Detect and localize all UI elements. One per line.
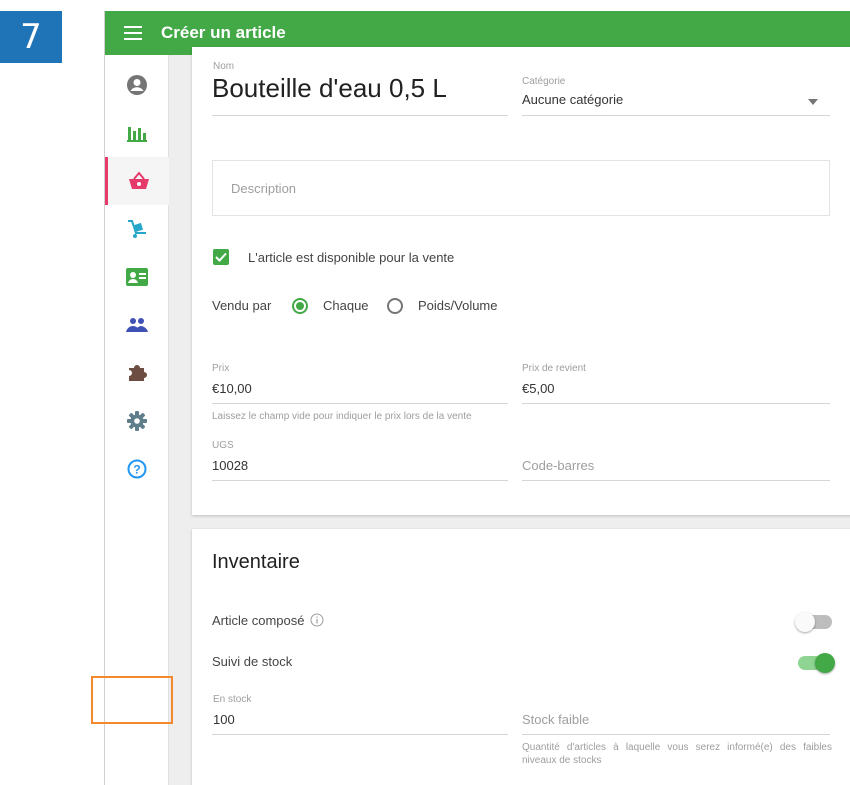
name-field[interactable]: Bouteille d'eau 0,5 L xyxy=(212,73,447,104)
help-icon: ? xyxy=(127,459,147,479)
track-stock-toggle[interactable] xyxy=(798,653,835,673)
track-stock-label: Suivi de stock xyxy=(212,654,293,669)
reports-icon xyxy=(127,127,147,142)
sidebar-item-integrations[interactable] xyxy=(105,349,169,397)
barcode-field[interactable]: Code-barres xyxy=(522,458,594,473)
info-icon[interactable] xyxy=(310,613,324,627)
barcode-underline xyxy=(522,480,830,481)
dropdown-arrow-icon[interactable] xyxy=(808,99,818,105)
price-hint: Laissez le champ vide pour indiquer le p… xyxy=(212,411,472,422)
sku-underline xyxy=(212,480,508,481)
sold-by-each-radio[interactable] xyxy=(292,298,308,314)
category-select[interactable]: Aucune catégorie xyxy=(522,92,623,107)
step-number-badge: 7 xyxy=(0,11,62,63)
toggle-knob xyxy=(815,653,835,673)
name-underline xyxy=(212,115,508,116)
sidebar-item-help[interactable]: ? xyxy=(105,445,169,493)
sku-label: UGS xyxy=(212,440,234,451)
composite-item-toggle[interactable] xyxy=(795,612,832,632)
available-for-sale-label: L'article est disponible pour la vente xyxy=(248,250,455,265)
sidebar-item-employees[interactable] xyxy=(105,253,169,301)
available-for-sale-checkbox[interactable] xyxy=(213,249,229,265)
sold-by-weight-radio[interactable] xyxy=(387,298,403,314)
in-stock-highlight xyxy=(91,676,173,724)
cost-underline xyxy=(522,403,830,404)
gear-icon xyxy=(127,411,147,431)
category-underline xyxy=(522,115,830,116)
item-details-card: Nom Bouteille d'eau 0,5 L Catégorie Aucu… xyxy=(192,47,850,515)
price-underline xyxy=(212,403,508,404)
sold-by-weight-label[interactable]: Poids/Volume xyxy=(418,298,498,313)
sidebar-item-customers[interactable] xyxy=(105,301,169,349)
shopping-basket-icon xyxy=(128,171,149,189)
sku-field[interactable]: 10028 xyxy=(212,458,248,473)
price-field[interactable]: €10,00 xyxy=(212,381,252,396)
checkmark-icon xyxy=(215,252,227,262)
low-stock-hint: Quantité d'articles à laquelle vous sere… xyxy=(522,742,832,766)
people-icon xyxy=(126,318,148,332)
sidebar-item-reports[interactable] xyxy=(105,109,169,157)
cost-label: Prix de revient xyxy=(522,363,586,374)
in-stock-underline xyxy=(212,734,508,735)
sold-by-label: Vendu par xyxy=(212,298,272,313)
hand-truck-icon xyxy=(128,220,146,238)
sidebar-item-account[interactable] xyxy=(105,61,169,109)
composite-item-label: Article composé xyxy=(212,613,305,628)
svg-text:?: ? xyxy=(133,463,140,477)
sidebar-item-items[interactable] xyxy=(105,157,169,205)
inventory-card: Inventaire Article composé Suivi de stoc… xyxy=(192,529,850,785)
account-icon xyxy=(127,75,147,95)
hamburger-menu-icon xyxy=(124,26,142,40)
sidebar-item-inventory[interactable] xyxy=(105,205,169,253)
name-label: Nom xyxy=(213,61,235,72)
description-placeholder: Description xyxy=(231,181,297,196)
inventory-title: Inventaire xyxy=(212,551,300,573)
badge-card-icon xyxy=(126,268,148,286)
in-stock-label: En stock xyxy=(213,694,252,705)
puzzle-piece-icon xyxy=(129,365,147,381)
sold-by-each-label[interactable]: Chaque xyxy=(323,298,369,313)
menu-button[interactable] xyxy=(105,26,161,40)
price-label: Prix xyxy=(212,363,230,374)
category-label: Catégorie xyxy=(522,76,566,87)
in-stock-field[interactable]: 100 xyxy=(213,712,235,727)
app-window: Créer un article ? Nom Bouteille d'eau 0… xyxy=(104,11,850,785)
low-stock-underline xyxy=(522,734,830,735)
sidebar-item-settings[interactable] xyxy=(105,397,169,445)
description-field[interactable]: Description xyxy=(212,160,830,216)
low-stock-field[interactable]: Stock faible xyxy=(522,712,589,727)
toggle-knob xyxy=(795,612,815,632)
page-title: Créer un article xyxy=(161,23,286,42)
cost-field[interactable]: €5,00 xyxy=(522,381,555,396)
